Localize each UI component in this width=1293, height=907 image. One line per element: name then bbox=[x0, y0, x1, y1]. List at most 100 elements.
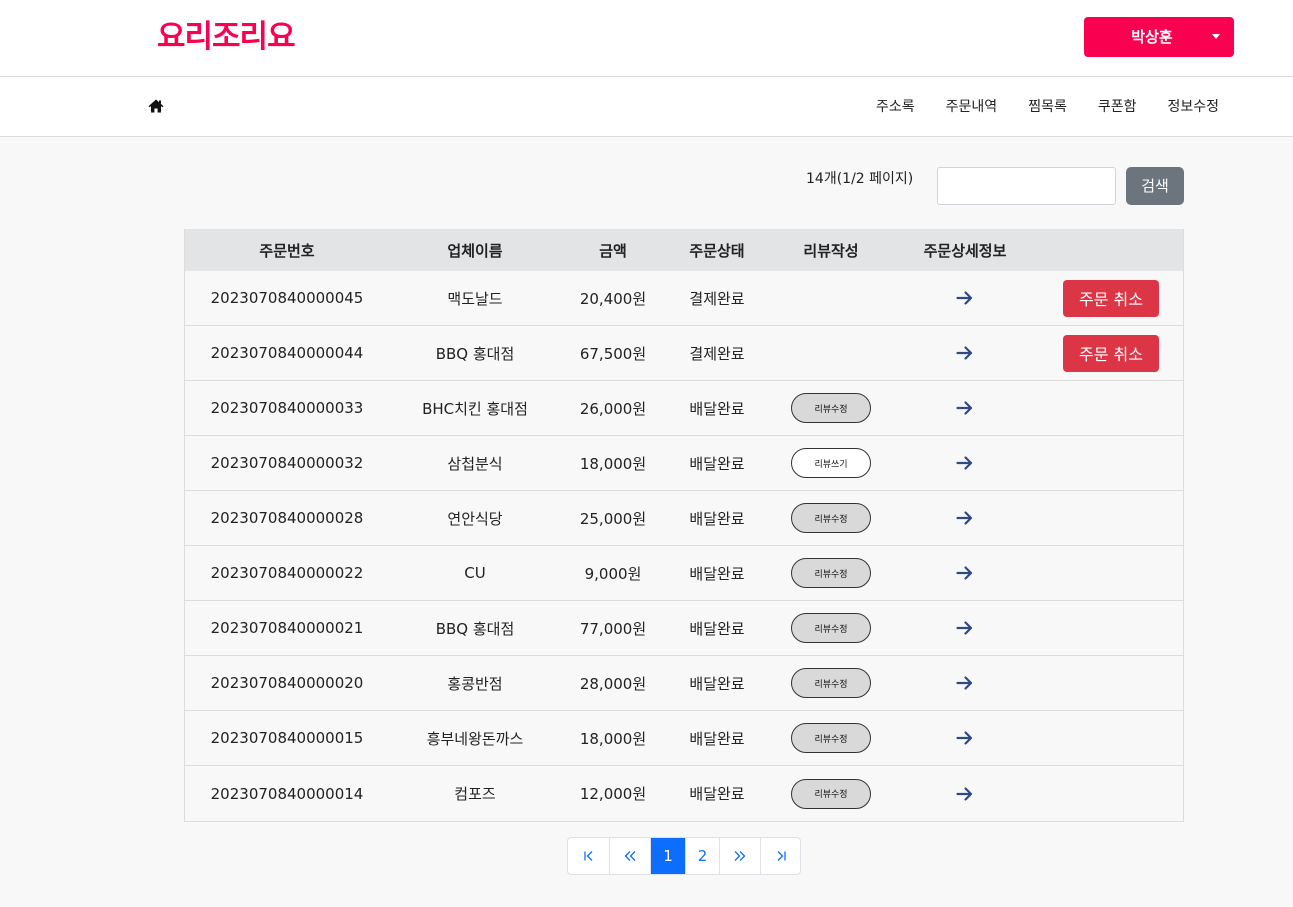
order-status: 결제완료 bbox=[689, 344, 745, 363]
user-name: 박상훈 bbox=[1131, 28, 1173, 46]
review-cell: 리뷰수정 bbox=[769, 491, 893, 545]
nav-order-history[interactable]: 주문내역 bbox=[946, 96, 998, 116]
nav-address-book[interactable]: 주소록 bbox=[876, 96, 915, 116]
column-header: 리뷰작성 bbox=[803, 241, 859, 260]
order-amount: 9,000원 bbox=[584, 564, 642, 583]
order-number: 2023070840000014 bbox=[210, 784, 364, 803]
arrow-right-icon[interactable] bbox=[956, 510, 974, 526]
page-button-1[interactable]: 1 bbox=[650, 838, 685, 874]
caret-down-icon bbox=[1212, 34, 1220, 39]
home-icon[interactable] bbox=[148, 98, 164, 114]
order-amount: 67,500원 bbox=[579, 344, 647, 363]
table-row: 2023070840000044 BBQ 홍대점 67,500원 결제완료 주문 취소 bbox=[185, 326, 1183, 381]
order-amount: 77,000원 bbox=[579, 619, 647, 638]
action-cell bbox=[1037, 656, 1185, 710]
arrow-right-icon[interactable] bbox=[956, 345, 974, 361]
table-body: 2023070840000045 맥도날드 20,400원 결제완료 주문 취소 2023… bbox=[185, 271, 1183, 821]
review-cell bbox=[769, 271, 893, 325]
edit-review-button[interactable]: 리뷰수정 bbox=[791, 558, 871, 588]
store-name: 연안식당 bbox=[447, 509, 503, 528]
order-detail-link[interactable] bbox=[893, 381, 1037, 435]
order-number: 2023070840000021 bbox=[210, 619, 364, 637]
arrow-right-icon[interactable] bbox=[956, 565, 974, 581]
search-button[interactable]: 검색 bbox=[1126, 167, 1184, 205]
action-cell bbox=[1037, 436, 1185, 490]
arrow-right-icon[interactable] bbox=[956, 730, 974, 746]
arrow-right-icon[interactable] bbox=[956, 290, 974, 306]
arrow-right-icon[interactable] bbox=[956, 786, 974, 802]
order-number: 2023070840000020 bbox=[210, 674, 364, 692]
order-amount: 25,000원 bbox=[579, 509, 647, 528]
order-detail-link[interactable] bbox=[893, 491, 1037, 545]
last-page-icon bbox=[777, 851, 786, 861]
user-menu-button[interactable]: 박상훈 bbox=[1084, 17, 1234, 57]
order-number: 2023070840000028 bbox=[210, 509, 364, 527]
order-detail-link[interactable] bbox=[893, 436, 1037, 490]
table-row: 2023070840000045 맥도날드 20,400원 결제완료 주문 취소 bbox=[185, 271, 1183, 326]
edit-review-button[interactable]: 리뷰수정 bbox=[791, 393, 871, 423]
arrow-right-icon[interactable] bbox=[956, 620, 974, 636]
prev-page-button[interactable] bbox=[609, 838, 650, 874]
order-amount: 18,000원 bbox=[579, 729, 647, 748]
order-amount: 12,000원 bbox=[579, 785, 647, 803]
first-page-button[interactable] bbox=[568, 838, 609, 874]
logo[interactable]: 요리조리요 bbox=[157, 18, 296, 56]
action-cell bbox=[1037, 381, 1185, 435]
order-detail-link[interactable] bbox=[893, 601, 1037, 655]
search-input[interactable] bbox=[937, 167, 1116, 205]
order-detail-link[interactable] bbox=[893, 326, 1037, 380]
order-detail-link[interactable] bbox=[893, 546, 1037, 600]
action-cell bbox=[1037, 601, 1185, 655]
column-header bbox=[1037, 229, 1185, 271]
order-status: 배달완료 bbox=[689, 509, 745, 528]
next-page-button[interactable] bbox=[719, 838, 760, 874]
arrow-right-icon[interactable] bbox=[956, 400, 974, 416]
edit-review-button[interactable]: 리뷰수정 bbox=[791, 503, 871, 533]
store-name: 컴포즈 bbox=[454, 785, 496, 803]
review-cell: 리뷰수정 bbox=[769, 656, 893, 710]
store-name: BHC치킨 홍대점 bbox=[422, 399, 528, 418]
store-name: BBQ 홍대점 bbox=[435, 344, 515, 363]
nav-wishlist[interactable]: 찜목록 bbox=[1028, 96, 1067, 116]
column-header: 주문상태 bbox=[689, 241, 745, 260]
review-cell: 리뷰수정 bbox=[769, 766, 893, 821]
review-cell: 리뷰수정 bbox=[769, 381, 893, 435]
action-cell bbox=[1037, 766, 1185, 821]
order-number: 2023070840000022 bbox=[210, 564, 364, 582]
order-detail-link[interactable] bbox=[893, 766, 1037, 821]
page-button-2[interactable]: 2 bbox=[685, 838, 719, 874]
review-cell: 리뷰수정 bbox=[769, 711, 893, 765]
order-detail-link[interactable] bbox=[893, 711, 1037, 765]
table-row: 2023070840000022 CU 9,000원 배달완료 리뷰수정 bbox=[185, 546, 1183, 601]
review-cell bbox=[769, 326, 893, 380]
edit-review-button[interactable]: 리뷰수정 bbox=[791, 668, 871, 698]
cancel-order-button[interactable]: 주문 취소 bbox=[1063, 334, 1159, 372]
order-number: 2023070840000033 bbox=[210, 399, 364, 417]
arrow-right-icon[interactable] bbox=[956, 455, 974, 471]
action-cell: 주문 취소 bbox=[1037, 326, 1185, 380]
order-number: 2023070840000044 bbox=[210, 344, 364, 362]
order-amount: 20,400원 bbox=[579, 289, 647, 308]
last-page-button[interactable] bbox=[760, 838, 800, 874]
nav-edit-profile[interactable]: 정보수정 bbox=[1167, 96, 1219, 116]
order-detail-link[interactable] bbox=[893, 656, 1037, 710]
order-table: 주문번호 업체이름 금액 주문상태 리뷰작성 주문상세정보 2023070840… bbox=[184, 229, 1184, 822]
cancel-order-button[interactable]: 주문 취소 bbox=[1063, 279, 1159, 317]
nav-coupons[interactable]: 쿠폰함 bbox=[1098, 96, 1137, 116]
order-status: 배달완료 bbox=[689, 564, 745, 583]
order-status: 배달완료 bbox=[689, 785, 745, 803]
arrow-right-icon[interactable] bbox=[956, 675, 974, 691]
column-header: 주문번호 bbox=[259, 241, 315, 260]
order-detail-link[interactable] bbox=[893, 271, 1037, 325]
order-status: 배달완료 bbox=[689, 399, 745, 418]
order-amount: 18,000원 bbox=[579, 454, 647, 473]
edit-review-button[interactable]: 리뷰수정 bbox=[791, 723, 871, 753]
edit-review-button[interactable]: 리뷰수정 bbox=[791, 613, 871, 643]
write-review-button[interactable]: 리뷰쓰기 bbox=[791, 448, 871, 478]
store-name: 삼첩분식 bbox=[447, 454, 503, 473]
nav-bar: 주소록 주문내역 찜목록 쿠폰함 정보수정 bbox=[0, 77, 1293, 137]
double-chevron-right-icon bbox=[734, 851, 746, 861]
order-number: 2023070840000045 bbox=[210, 289, 364, 307]
edit-review-button[interactable]: 리뷰수정 bbox=[791, 778, 871, 809]
table-row: 2023070840000021 BBQ 홍대점 77,000원 배달완료 리뷰수정 bbox=[185, 601, 1183, 656]
